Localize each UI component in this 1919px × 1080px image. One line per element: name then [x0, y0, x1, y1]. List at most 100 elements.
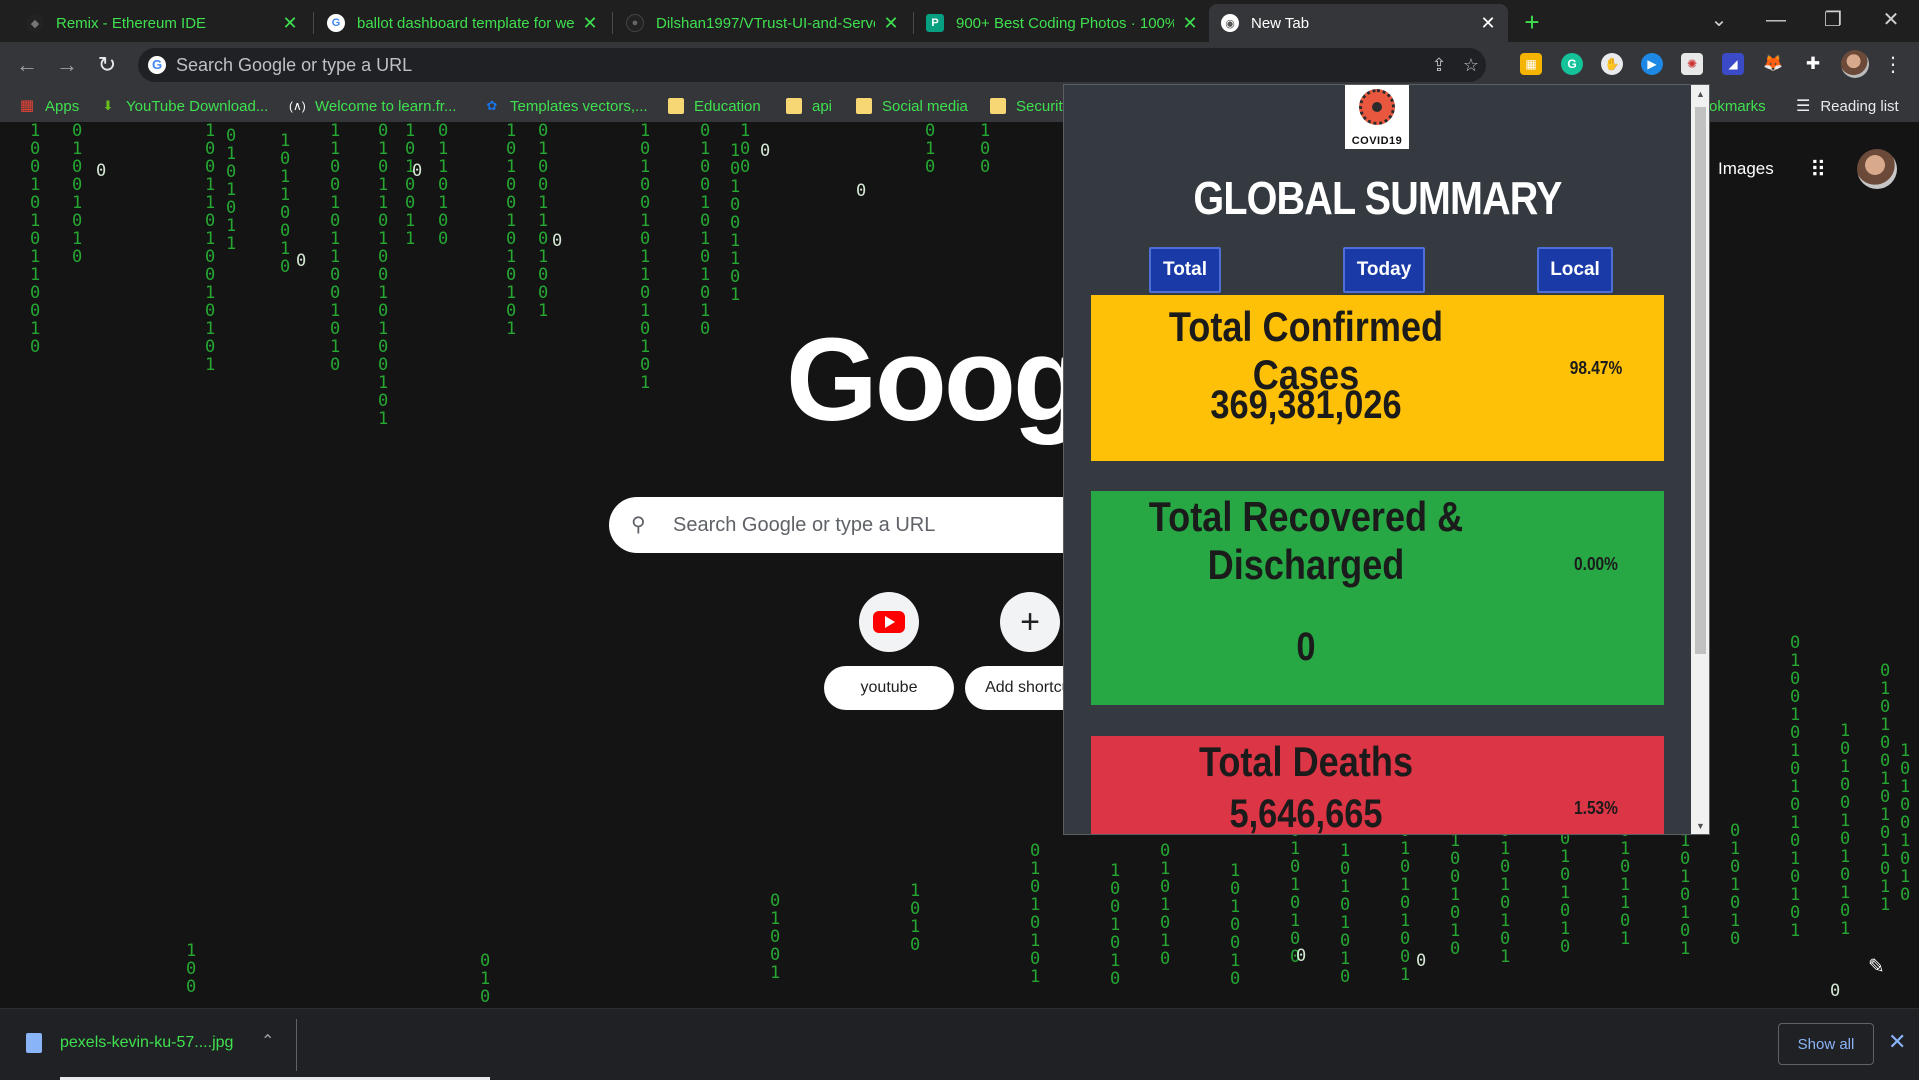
account-avatar[interactable] — [1857, 149, 1897, 189]
bookmark-label: Templates vectors,... — [510, 97, 648, 115]
logo-text: COVID19 — [1351, 135, 1403, 147]
forward-icon[interactable]: → — [52, 50, 82, 80]
close-icon[interactable]: ✕ — [883, 14, 899, 32]
apps-grid-icon: ▦ — [19, 97, 35, 114]
tab-github-vtrust[interactable]: ● Dilshan1997/VTrust-UI-and-Server ✕ — [614, 4, 911, 42]
card-label: Total Recovered & Discharged — [1148, 493, 1464, 588]
bookmark-youtube-download[interactable]: ⬇ YouTube Download... — [100, 95, 269, 117]
back-icon[interactable]: ← — [12, 50, 42, 80]
tab-pexels[interactable]: P 900+ Best Coding Photos · 100% Free ✕ — [914, 4, 1210, 42]
bookmark-star-icon[interactable]: ☆ — [1460, 54, 1482, 76]
confirmed-card: Total Confirmed Cases 369,381,026 98.47% — [1091, 295, 1664, 461]
address-input[interactable] — [176, 48, 1376, 82]
bookmark-folder-social-media[interactable]: Social media — [856, 95, 968, 117]
restore-icon[interactable]: ❐ — [1808, 4, 1858, 36]
shortcut-youtube[interactable]: youtube — [824, 592, 954, 710]
tab-title: 900+ Best Coding Photos · 100% Free — [956, 14, 1174, 32]
card-percent: 1.53% — [1574, 798, 1618, 818]
card-percent: 98.47% — [1569, 358, 1623, 378]
covid-extension-icon[interactable]: ✺ — [1681, 53, 1703, 75]
download-shelf: pexels-kevin-ku-57....jpg ⌃ Show all ✕ — [0, 1008, 1919, 1080]
close-icon[interactable]: ✕ — [282, 14, 298, 32]
download-filename[interactable]: pexels-kevin-ku-57....jpg — [60, 1034, 233, 1052]
close-icon[interactable]: ✕ — [1888, 1029, 1906, 1055]
virus-icon — [1359, 89, 1395, 125]
reload-icon[interactable]: ↻ — [92, 50, 122, 80]
bookmark-folder-security[interactable]: Security — [990, 95, 1070, 117]
total-button[interactable]: Total — [1149, 247, 1221, 293]
bookmark-templates-vectors[interactable]: ✿ Templates vectors,... — [484, 95, 648, 117]
grammarly-icon[interactable]: G — [1561, 53, 1583, 75]
tab-search-icon[interactable]: ⌄ — [1694, 4, 1744, 36]
popup-scrollbar[interactable]: ▲ ▼ — [1691, 85, 1709, 834]
address-bar[interactable]: G ⇪ ☆ — [138, 48, 1486, 82]
reading-list-button[interactable]: ☰ Reading list — [1796, 95, 1899, 117]
folder-icon — [856, 98, 872, 114]
folder-icon — [786, 98, 802, 114]
browser-toolbar: ← → ↻ G ⇪ ☆ ▦ G ✋ ▶ ✺ ◢ 🦊 ✚ ⋮ — [0, 42, 1919, 88]
profile-avatar[interactable] — [1841, 50, 1869, 78]
close-icon[interactable]: ✕ — [1480, 14, 1496, 32]
images-link[interactable]: Images — [1718, 159, 1774, 179]
deaths-card: Total Deaths 5,646,665 1.53% — [1091, 736, 1664, 835]
tab-title: ballot dashboard template for web — [357, 14, 574, 32]
github-icon: ● — [626, 14, 644, 32]
tab-remix[interactable]: ◆ Remix - Ethereum IDE ✕ — [14, 4, 310, 42]
tab-strip: ◆ Remix - Ethereum IDE ✕ G ballot dashbo… — [0, 0, 1919, 42]
reading-list-label: Reading list — [1820, 97, 1899, 115]
bookmark-folder-api[interactable]: api — [786, 95, 832, 117]
folder-icon — [668, 98, 684, 114]
covid-extension-popup: COVID19 GLOBAL SUMMARY Total Today Local… — [1063, 84, 1710, 835]
close-icon[interactable]: ✕ — [582, 14, 598, 32]
extension-colorful-icon[interactable]: ▦ — [1520, 53, 1542, 75]
new-tab-button[interactable]: + — [1517, 8, 1547, 38]
customize-pencil-icon[interactable]: ✎ — [1868, 954, 1885, 979]
close-icon[interactable]: ✕ — [1182, 14, 1198, 32]
bookmark-label: Welcome to learn.fr... — [315, 97, 457, 115]
google-apps-icon[interactable]: ⠿ — [1806, 158, 1830, 182]
covid-logo: COVID19 — [1345, 85, 1409, 149]
bookmark-apps[interactable]: ▦ Apps — [19, 95, 79, 117]
divider — [296, 1019, 297, 1071]
extensions-puzzle-icon[interactable]: ✚ — [1802, 53, 1824, 75]
scroll-thumb[interactable] — [1695, 107, 1706, 654]
metamask-icon[interactable]: 🦊 — [1762, 53, 1784, 75]
scroll-down-icon[interactable]: ▼ — [1695, 821, 1706, 831]
tab-new-tab[interactable]: ◉ New Tab ✕ — [1209, 4, 1508, 42]
bookmark-label: Education — [694, 97, 761, 115]
bookmark-label: YouTube Download... — [126, 97, 269, 115]
card-value: 5,646,665 — [1229, 792, 1383, 835]
scroll-up-icon[interactable]: ▲ — [1695, 89, 1706, 99]
local-button[interactable]: Local — [1537, 247, 1613, 293]
card-value: 0 — [1296, 625, 1316, 669]
google-icon: G — [327, 14, 345, 32]
popup-title: GLOBAL SUMMARY — [1193, 172, 1562, 224]
extension-icon[interactable]: ◢ — [1722, 53, 1744, 75]
recovered-card: Total Recovered & Discharged 0 0.00% — [1091, 491, 1664, 705]
show-all-button[interactable]: Show all — [1778, 1023, 1874, 1065]
bookmark-freecodecamp[interactable]: (∧) Welcome to learn.fr... — [289, 95, 456, 117]
more-menu-icon[interactable]: ⋮ — [1883, 52, 1903, 78]
minimize-icon[interactable]: — — [1751, 4, 1801, 36]
video-extension-icon[interactable]: ▶ — [1641, 53, 1663, 75]
bookmark-folder-education[interactable]: Education — [668, 95, 761, 117]
freecodecamp-icon: (∧) — [289, 99, 306, 113]
share-icon[interactable]: ⇪ — [1428, 54, 1450, 76]
tab-divider — [612, 12, 613, 34]
pexels-icon: P — [926, 14, 944, 32]
reading-list-icon: ☰ — [1796, 98, 1811, 115]
chevron-up-icon[interactable]: ⌃ — [261, 1031, 274, 1051]
adblock-icon[interactable]: ✋ — [1601, 53, 1623, 75]
window-close-icon[interactable]: ✕ — [1866, 4, 1916, 36]
google-icon: G — [148, 56, 166, 74]
card-label: Total Deaths — [1198, 738, 1414, 785]
bookmark-label: Apps — [45, 97, 80, 115]
card-percent: 0.00% — [1574, 554, 1618, 574]
today-button[interactable]: Today — [1343, 247, 1425, 293]
bookmark-label: api — [812, 97, 833, 115]
bookmark-other-bookmarks[interactable]: okmarks — [1709, 95, 1766, 117]
download-arrow-icon: ⬇ — [102, 98, 114, 113]
tab-title: Remix - Ethereum IDE — [56, 14, 207, 32]
tab-ballot-dashboard[interactable]: G ballot dashboard template for web ✕ — [315, 4, 610, 42]
chrome-icon: ◉ — [1221, 14, 1239, 32]
